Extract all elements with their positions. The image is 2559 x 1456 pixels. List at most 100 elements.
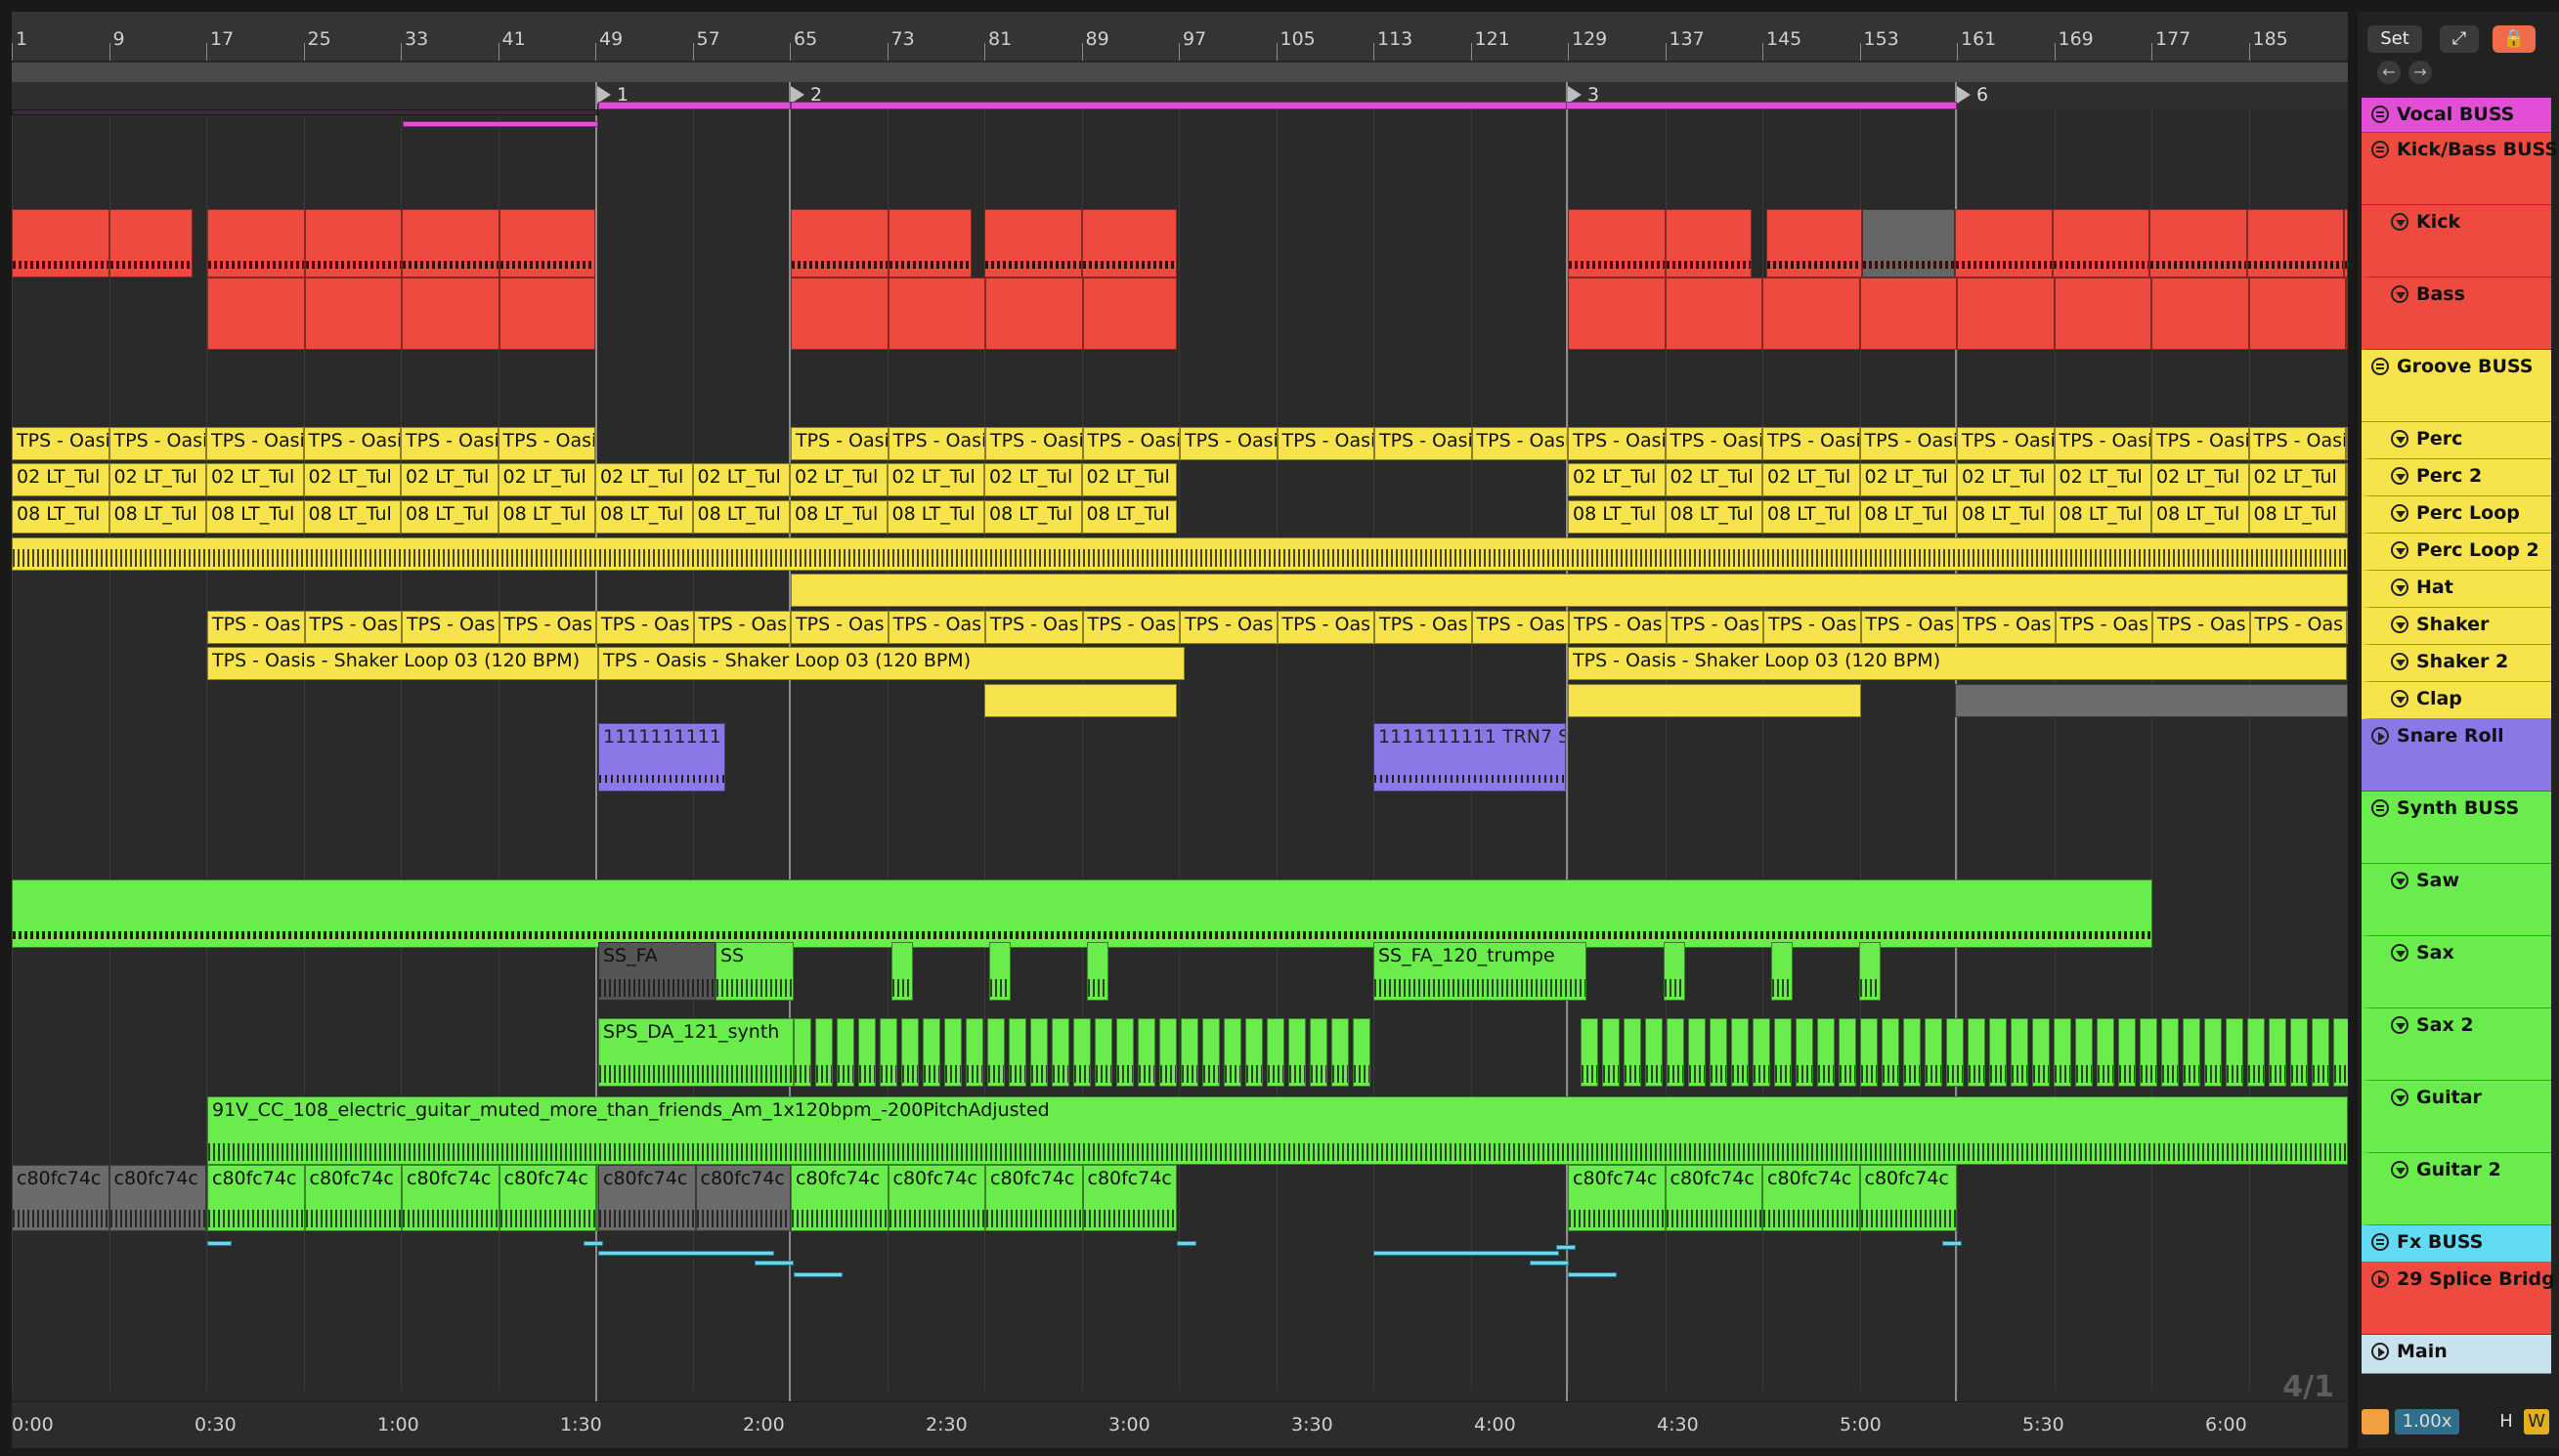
track-fold-icon[interactable]: [2391, 872, 2408, 889]
arrangement-clip[interactable]: 02 LT_Tul: [2151, 463, 2249, 496]
sax2-clip[interactable]: [966, 1018, 983, 1087]
sax2-clip[interactable]: [2075, 1018, 2093, 1087]
arrangement-clip[interactable]: c80fc74c: [304, 1165, 402, 1231]
arrangement-clip[interactable]: TPS - Oas: [1763, 611, 1861, 644]
arrangement-clip[interactable]: 02 LT_Tul: [984, 463, 1082, 496]
arrangement-clip[interactable]: TPS - Oasi: [401, 427, 499, 460]
arrangement-clip[interactable]: 02 LT_Tul: [303, 463, 401, 496]
sax2-clip[interactable]: [2312, 1018, 2329, 1087]
arrangement-clip[interactable]: TPS - Oasi: [1180, 427, 1278, 460]
arrangement-clip[interactable]: c80fc74c: [1568, 1165, 1666, 1231]
bar-ruler[interactable]: 1 9 17 25 33 41 49 57 65 73 81 89 97 105 113 121 129 137 1…: [12, 12, 2348, 62]
sax-clip[interactable]: SS_FA_120_trumpe: [1373, 942, 1586, 1001]
sax2-clip[interactable]: [1645, 1018, 1663, 1087]
clap-clip[interactable]: [984, 684, 1177, 717]
group-fold-icon[interactable]: [2371, 106, 2389, 123]
arrangement-clip[interactable]: TPS - Oas: [1082, 611, 1180, 644]
arrangement-clip[interactable]: [402, 278, 499, 350]
arrangement-clip[interactable]: c80fc74c: [207, 1165, 305, 1231]
automation-mode-icon[interactable]: [2362, 1409, 2389, 1435]
track-header[interactable]: Kick: [2362, 205, 2551, 278]
vocal-clip-strip[interactable]: [12, 109, 598, 115]
arrangement-clip[interactable]: [2151, 278, 2249, 350]
arrangement-clip[interactable]: 08 LT_Tul: [984, 500, 1082, 534]
arrangement-clip[interactable]: 08 LT_Tul: [108, 500, 206, 534]
arrangement-clip[interactable]: TPS - Oas: [207, 611, 305, 644]
arrangement-clip[interactable]: [1859, 278, 1957, 350]
arrangement-clip[interactable]: c80fc74c: [1859, 1165, 1957, 1231]
arrangement-clip[interactable]: TPS - Oasi: [2346, 427, 2348, 460]
arrangement-clip[interactable]: TPS - Oas: [1958, 611, 2056, 644]
sax2-clip[interactable]: [1030, 1018, 1048, 1087]
sax2-clip[interactable]: [1245, 1018, 1263, 1087]
snare-roll-clip[interactable]: 1111111111 TRN7 SN: [1373, 723, 1566, 792]
arrangement-clip[interactable]: [12, 209, 109, 278]
track-fold-icon[interactable]: [2391, 430, 2408, 448]
arrangement-clip[interactable]: TPS - Oasi: [985, 427, 1083, 460]
arrangement-clip[interactable]: TPS - Oasi: [1277, 427, 1374, 460]
fx-clip[interactable]: [794, 1272, 843, 1277]
sax2-clip[interactable]: [2290, 1018, 2308, 1087]
arrangement-clip[interactable]: 08 LT_Tul: [12, 500, 109, 534]
arrangement-clip[interactable]: 08 LT_Tul: [2248, 500, 2346, 534]
clap-clip[interactable]: [1568, 684, 1861, 717]
expand-icon[interactable]: ⤢: [2440, 25, 2479, 53]
arrangement-clip[interactable]: TPS - Oasi: [12, 427, 109, 460]
group-fold-icon[interactable]: [2371, 141, 2389, 158]
sax2-clip[interactable]: [1667, 1018, 1684, 1087]
arrangement-clip[interactable]: TPS - Oas: [1374, 611, 1472, 644]
sax2-clip[interactable]: [2011, 1018, 2028, 1087]
sax2-clip[interactable]: [1267, 1018, 1284, 1087]
arrangement-clip[interactable]: [1568, 209, 1666, 278]
arrangement-scroll-bar[interactable]: [12, 63, 2348, 82]
arrangement-clip[interactable]: [2344, 209, 2348, 278]
sax2-clip[interactable]: [1817, 1018, 1835, 1087]
arrangement-clip[interactable]: TPS - Oasi: [2151, 427, 2249, 460]
arrangement-clip[interactable]: c80fc74c: [888, 1165, 985, 1231]
sax2-clip[interactable]: [1288, 1018, 1306, 1087]
track-header[interactable]: Hat: [2362, 571, 2551, 608]
arrangement-clip[interactable]: [888, 209, 972, 278]
track-fold-icon[interactable]: [2391, 1089, 2408, 1106]
guitar-clip[interactable]: 91V_CC_108_electric_guitar_muted_more_th…: [207, 1096, 2348, 1165]
track-fold-icon[interactable]: [2391, 467, 2408, 485]
track-fold-icon[interactable]: [2391, 541, 2408, 559]
sax2-clip[interactable]: [1903, 1018, 1921, 1087]
sax2-clip[interactable]: [1882, 1018, 1899, 1087]
sax2-clip[interactable]: [858, 1018, 876, 1087]
arrangement-clip[interactable]: [2246, 209, 2344, 278]
saw-clip[interactable]: [12, 879, 2152, 948]
arrangement-clip[interactable]: [888, 278, 985, 350]
zoom-display[interactable]: 1.00x: [2395, 1409, 2459, 1435]
w-button[interactable]: W: [2524, 1409, 2549, 1435]
arrangement-clip[interactable]: TPS - Oasi: [1859, 427, 1957, 460]
fx-clip[interactable]: [1530, 1261, 1569, 1265]
arrangement-clip[interactable]: 02 LT_Tul: [692, 463, 790, 496]
track-header[interactable]: Shaker 2: [2362, 645, 2551, 682]
arrangement-clip[interactable]: 02 LT_Tul: [1081, 463, 1177, 496]
sax2-clip[interactable]: [1839, 1018, 1856, 1087]
sax-clip[interactable]: [1087, 942, 1108, 1001]
arrangement-clip[interactable]: TPS - Oas: [1180, 611, 1278, 644]
arrangement-clip[interactable]: c80fc74c: [791, 1165, 889, 1231]
sax2-clip[interactable]: [1624, 1018, 1641, 1087]
sax2-clip[interactable]: [1116, 1018, 1134, 1087]
arrangement-clip[interactable]: TPS - Oas: [2152, 611, 2250, 644]
sax2-clip[interactable]: [1095, 1018, 1112, 1087]
track-fold-icon[interactable]: [2391, 504, 2408, 522]
arrangement-clip[interactable]: TPS - Oas: [2055, 611, 2152, 644]
track-header[interactable]: Groove BUSS: [2362, 350, 2551, 422]
sax2-clip[interactable]: [2140, 1018, 2157, 1087]
arrangement-clip[interactable]: c80fc74c: [1082, 1165, 1177, 1231]
arrangement-clip[interactable]: 08 LT_Tul: [887, 500, 984, 534]
arrangement-clip[interactable]: c80fc74c: [985, 1165, 1083, 1231]
sax2-clip[interactable]: [1968, 1018, 1985, 1087]
sax2-clip[interactable]: [1331, 1018, 1349, 1087]
sax2-clip[interactable]: [1052, 1018, 1069, 1087]
track-header[interactable]: Sax 2: [2362, 1008, 2551, 1081]
disabled-clap-clip[interactable]: [1955, 684, 2348, 717]
arrangement-clip[interactable]: 02 LT_Tul: [2346, 463, 2348, 496]
sax2-clip[interactable]: [2204, 1018, 2222, 1087]
lock-icon[interactable]: 🔒: [2493, 25, 2536, 53]
arrangement-clip[interactable]: 02 LT_Tul: [790, 463, 888, 496]
